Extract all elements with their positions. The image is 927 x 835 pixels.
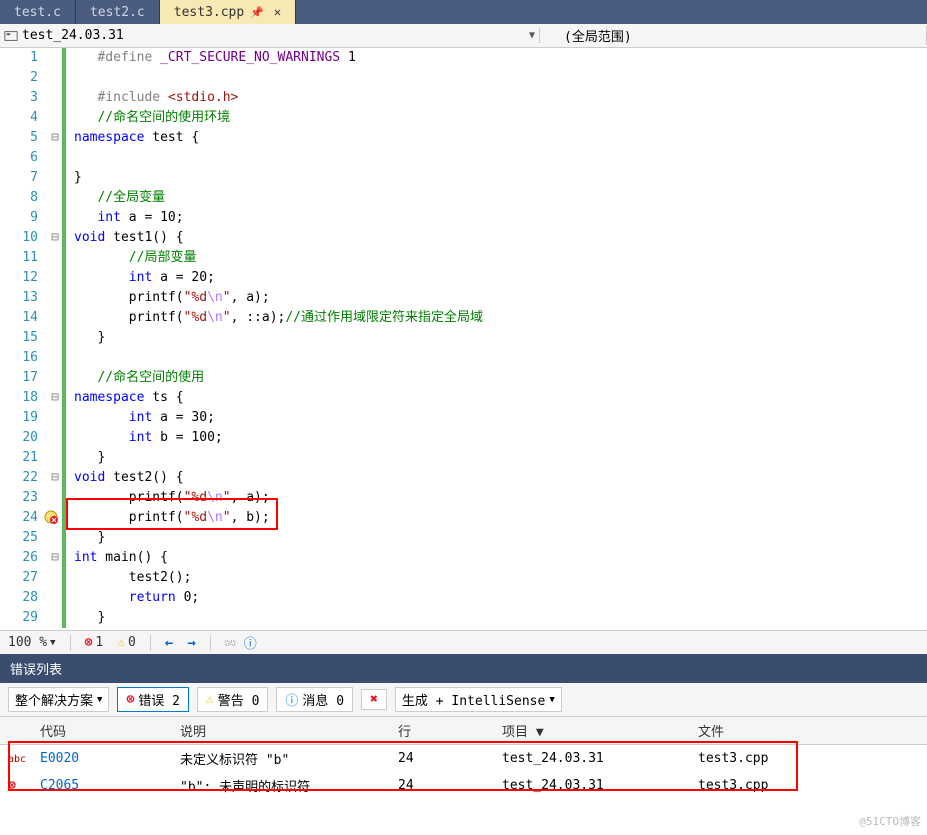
error-desc: 未定义标识符 "b"	[172, 745, 390, 773]
error-file: test3.cpp	[690, 745, 927, 773]
tab-label: test.c	[14, 5, 61, 20]
line-number: 16	[0, 348, 48, 368]
fold-icon[interactable]: ⊟	[48, 388, 62, 408]
source-dropdown[interactable]: 生成 + IntelliSense ▼	[395, 687, 562, 712]
error-icon: ⊗	[85, 635, 93, 650]
nav-back-button[interactable]: ←	[165, 635, 173, 651]
line-number: 14	[0, 308, 48, 328]
line-number: 1	[0, 48, 48, 68]
code-editor[interactable]: 1 #define _CRT_SECURE_NO_WARNINGS 1 2 3 …	[0, 48, 927, 630]
line-number: 10	[0, 228, 48, 248]
line-number: 22	[0, 468, 48, 488]
col-icon[interactable]	[0, 717, 32, 745]
error-icon: ⊗	[8, 778, 24, 793]
editor-statusbar: 100 % ▼ ⊗ 1 ⚠ 0 ← → ⓘ	[0, 630, 927, 654]
error-line: 24	[390, 745, 494, 773]
line-number: 2	[0, 68, 48, 88]
table-row[interactable]: abc E0020 未定义标识符 "b" 24 test_24.03.31 te…	[0, 745, 927, 773]
breadcrumb-project[interactable]: test_24.03.31 ▼	[0, 28, 540, 43]
line-number: 8	[0, 188, 48, 208]
breadcrumb-text: test_24.03.31	[22, 28, 525, 43]
pin-icon[interactable]: 📌	[250, 6, 264, 19]
line-number: 29	[0, 608, 48, 628]
fold-icon[interactable]: ⊟	[48, 228, 62, 248]
project-icon	[4, 29, 18, 43]
errorlist-table: 代码 说明 行 项目 ▼ 文件 abc E0020 未定义标识符 "b" 24 …	[0, 717, 927, 799]
line-number: 9	[0, 208, 48, 228]
col-line[interactable]: 行	[390, 717, 494, 745]
line-number: 18	[0, 388, 48, 408]
error-file: test3.cpp	[690, 772, 927, 799]
clear-icon: ✖	[370, 692, 378, 707]
line-number: 15	[0, 328, 48, 348]
line-number: 13	[0, 288, 48, 308]
line-number: 12	[0, 268, 48, 288]
info-icon: ⓘ	[285, 690, 298, 709]
nav-forward-button[interactable]: →	[187, 635, 195, 651]
breadcrumb-bar: test_24.03.31 ▼ (全局范围)	[0, 24, 927, 48]
line-number: 21	[0, 448, 48, 468]
line-number: 19	[0, 408, 48, 428]
status-errors[interactable]: ⊗ 1	[85, 635, 104, 650]
fold-icon[interactable]: ⊟	[48, 128, 62, 148]
error-proj: test_24.03.31	[494, 745, 690, 773]
tab-label: test2.c	[90, 5, 145, 20]
col-code[interactable]: 代码	[32, 717, 172, 745]
tab-test-c[interactable]: test.c	[0, 0, 76, 24]
line-number: 4	[0, 108, 48, 128]
tab-test2-c[interactable]: test2.c	[76, 0, 160, 24]
chevron-down-icon: ▼	[529, 30, 535, 41]
errorlist-toolbar: 整个解决方案 ▼ ⊗ 错误 2 ⚠ 警告 0 ⓘ 消息 0 ✖ 生成 + Int…	[0, 683, 927, 717]
filter-messages-button[interactable]: ⓘ 消息 0	[276, 687, 353, 712]
col-file[interactable]: 文件	[690, 717, 927, 745]
line-number: 11	[0, 248, 48, 268]
table-header-row: 代码 说明 行 项目 ▼ 文件	[0, 717, 927, 745]
error-proj: test_24.03.31	[494, 772, 690, 799]
breadcrumb-text: (全局范围)	[544, 26, 922, 45]
col-desc[interactable]: 说明	[172, 717, 390, 745]
line-number: 7	[0, 168, 48, 188]
tab-test3-cpp[interactable]: test3.cpp 📌 ✕	[160, 0, 296, 24]
line-number: 6	[0, 148, 48, 168]
intellisense-icon: abc	[8, 754, 24, 765]
error-line: 24	[390, 772, 494, 799]
errorlist-table-wrap: 代码 说明 行 项目 ▼ 文件 abc E0020 未定义标识符 "b" 24 …	[0, 717, 927, 799]
breadcrumb-scope[interactable]: (全局范围)	[540, 26, 927, 45]
line-number: 20	[0, 428, 48, 448]
fold-icon[interactable]: ⊟	[48, 548, 62, 568]
error-desc: "b": 未声明的标识符	[172, 772, 390, 799]
info-icon: ⓘ	[244, 633, 257, 652]
line-number: 5	[0, 128, 48, 148]
errorlist-header: 错误列表	[0, 654, 927, 683]
line-number: 17	[0, 368, 48, 388]
table-row[interactable]: ⊗ C2065 "b": 未声明的标识符 24 test_24.03.31 te…	[0, 772, 927, 799]
scope-dropdown[interactable]: 整个解决方案 ▼	[8, 687, 109, 712]
close-icon[interactable]: ✕	[274, 5, 281, 19]
line-number: 25	[0, 528, 48, 548]
line-number: 28	[0, 588, 48, 608]
error-code: E0020	[32, 745, 172, 773]
warning-icon: ⚠	[117, 635, 125, 650]
tab-label: test3.cpp	[174, 5, 244, 20]
filter-errors-button[interactable]: ⊗ 错误 2	[117, 687, 188, 712]
error-icon: ⊗	[126, 692, 134, 707]
error-code: C2065	[32, 772, 172, 799]
clear-filter-button[interactable]: ✖	[361, 689, 387, 710]
error-gutter-icon	[44, 510, 58, 524]
line-number: 26	[0, 548, 48, 568]
line-number: 27	[0, 568, 48, 588]
mixed-indent-icon[interactable]: ⓘ	[225, 633, 257, 652]
status-warnings[interactable]: ⚠ 0	[117, 635, 136, 650]
zoom-dropdown[interactable]: 100 % ▼	[8, 635, 56, 650]
fold-icon[interactable]: ⊟	[48, 468, 62, 488]
line-number: 24	[0, 508, 48, 528]
editor-tabs: test.c test2.c test3.cpp 📌 ✕	[0, 0, 927, 24]
line-number: 23	[0, 488, 48, 508]
watermark: @51CTO博客	[859, 813, 921, 829]
line-number: 3	[0, 88, 48, 108]
warning-icon: ⚠	[206, 692, 214, 707]
filter-warnings-button[interactable]: ⚠ 警告 0	[197, 687, 268, 712]
col-proj[interactable]: 项目 ▼	[494, 717, 690, 745]
